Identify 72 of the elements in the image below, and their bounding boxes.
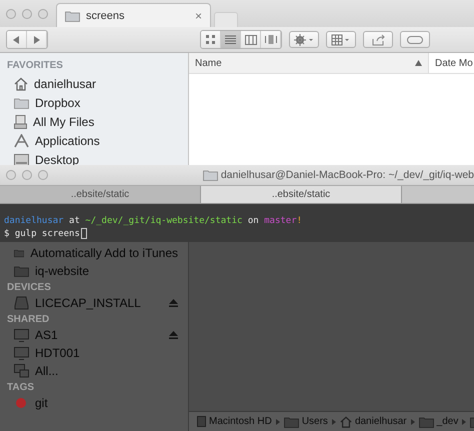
sidebar-item[interactable]: HDT001 bbox=[7, 344, 188, 362]
network-icon bbox=[14, 364, 29, 378]
back-button[interactable] bbox=[7, 31, 27, 48]
sidebar-item[interactable]: Automatically Add to iTunes bbox=[7, 244, 188, 262]
folder-icon bbox=[14, 265, 29, 277]
terminal-tab[interactable]: ..ebsite/static bbox=[0, 186, 201, 203]
chevron-icon bbox=[410, 418, 415, 424]
sidebar-item[interactable]: All... bbox=[7, 362, 188, 380]
terminal-line: danielhusar at ~/_dev/_git/iq-website/static on master! bbox=[4, 214, 304, 227]
sidebar-item[interactable]: danielhusar bbox=[7, 74, 188, 93]
tags-button[interactable] bbox=[400, 31, 430, 48]
view-button[interactable] bbox=[241, 31, 261, 48]
view-button[interactable] bbox=[261, 31, 281, 48]
forward-button[interactable] bbox=[27, 31, 47, 48]
left-triangle-icon bbox=[13, 36, 20, 44]
drive-icon bbox=[197, 416, 206, 427]
monitor-icon bbox=[14, 346, 29, 360]
eject-icon[interactable] bbox=[169, 331, 178, 339]
eject-icon[interactable] bbox=[169, 299, 178, 307]
sidebar-item[interactable]: Dropbox bbox=[7, 93, 188, 112]
finder-tab[interactable]: screens × bbox=[56, 3, 211, 27]
folder-icon bbox=[65, 10, 80, 22]
sidebar-heading: TAGS bbox=[7, 382, 34, 393]
grid-icon bbox=[331, 34, 351, 46]
folder-icon bbox=[202, 169, 218, 181]
home-icon bbox=[340, 416, 352, 428]
sidebar-item[interactable]: iq-website bbox=[7, 262, 188, 280]
terminal-tab[interactable]: ..ebsite/static bbox=[201, 186, 402, 203]
folder-icon bbox=[14, 247, 24, 259]
sidebar-heading: FAVORITES bbox=[7, 60, 64, 71]
view-button[interactable] bbox=[221, 31, 241, 48]
sort-arrow-icon bbox=[415, 60, 422, 66]
column-header[interactable]: Date Mo bbox=[429, 53, 474, 73]
path-item[interactable]: danielhusar bbox=[340, 416, 407, 428]
share-icon bbox=[372, 34, 384, 46]
list-icon bbox=[225, 35, 236, 44]
path-item[interactable]: _dev bbox=[418, 416, 458, 428]
columns-icon bbox=[244, 34, 256, 44]
sidebar-item[interactable]: AS1 bbox=[7, 326, 188, 344]
home-icon bbox=[14, 76, 28, 90]
folder-icon bbox=[418, 416, 434, 428]
gear-icon bbox=[294, 34, 314, 46]
sidebar-heading: SHARED bbox=[7, 314, 50, 325]
chevron-icon bbox=[276, 418, 280, 424]
path-item[interactable]: Users bbox=[284, 416, 328, 428]
folder-icon bbox=[284, 416, 299, 428]
folder-icon bbox=[14, 96, 29, 108]
apps-icon bbox=[14, 134, 29, 148]
files-icon bbox=[14, 114, 27, 128]
sidebar-item[interactable]: Applications bbox=[7, 131, 188, 150]
path-item[interactable]: Macintosh HD bbox=[197, 416, 272, 427]
window-title: danielhusar@Daniel-MacBook-Pro: ~/_dev/_git/iq-web bbox=[202, 169, 474, 181]
view-button[interactable] bbox=[201, 31, 221, 48]
sidebar-item[interactable]: Desktop bbox=[7, 150, 188, 169]
chevron-icon bbox=[332, 418, 336, 424]
right-triangle-icon bbox=[33, 36, 40, 44]
pill-icon bbox=[407, 36, 423, 44]
drive-icon bbox=[14, 296, 29, 310]
arrange-button[interactable] bbox=[326, 31, 356, 48]
column-header[interactable]: Name bbox=[189, 53, 429, 73]
share-button[interactable] bbox=[363, 31, 393, 48]
icon-grid-icon bbox=[205, 35, 216, 44]
sidebar-heading: DEVICES bbox=[7, 282, 51, 293]
sidebar-item[interactable]: All My Files bbox=[7, 112, 188, 131]
terminal-line: $ gulp screens bbox=[4, 227, 470, 240]
close-tab-button[interactable]: × bbox=[194, 8, 202, 22]
monitor-icon bbox=[14, 328, 29, 342]
chevron-icon bbox=[462, 418, 466, 424]
action-button[interactable] bbox=[289, 31, 319, 48]
sidebar-item[interactable]: LICECAP_INSTALL bbox=[7, 294, 188, 312]
sidebar-item[interactable]: git bbox=[7, 394, 188, 412]
cover-flow-icon bbox=[264, 35, 276, 44]
